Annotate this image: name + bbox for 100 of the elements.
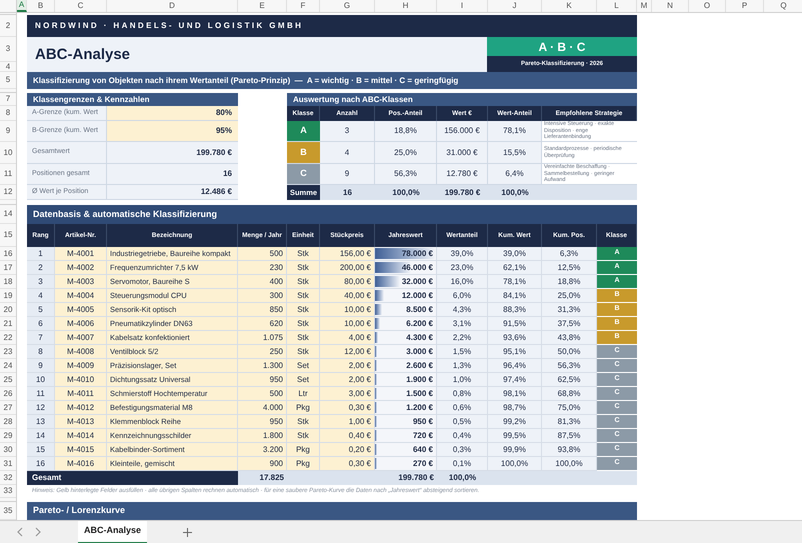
row-header[interactable]: 21 bbox=[0, 317, 16, 331]
table-cell[interactable]: M-4008 bbox=[55, 345, 107, 359]
column-header[interactable]: Q bbox=[764, 0, 802, 12]
column-header[interactable]: J bbox=[488, 0, 542, 12]
column-header[interactable]: M bbox=[637, 0, 652, 12]
table-cell[interactable]: 900 bbox=[238, 457, 287, 471]
table-cell[interactable]: Pkg bbox=[287, 457, 320, 471]
row-header[interactable]: 8 bbox=[0, 106, 16, 121]
column-header[interactable]: H bbox=[375, 0, 437, 12]
table-cell[interactable]: M-4002 bbox=[55, 261, 107, 275]
table-cell[interactable]: M-4005 bbox=[55, 303, 107, 317]
table-cell[interactable]: M-4016 bbox=[55, 457, 107, 471]
add-sheet-icon[interactable] bbox=[183, 528, 192, 536]
row-header[interactable]: 11 bbox=[0, 164, 16, 185]
table-cell[interactable]: 1.300 bbox=[238, 359, 287, 373]
table-cell[interactable]: M-4004 bbox=[55, 289, 107, 303]
table-cell[interactable]: M-4015 bbox=[55, 443, 107, 457]
table-cell[interactable]: M-4003 bbox=[55, 275, 107, 289]
table-cell[interactable]: 230 bbox=[238, 261, 287, 275]
sheet-tab[interactable]: ABC-Analyse bbox=[78, 520, 148, 543]
table-cell[interactable]: 500 bbox=[238, 247, 287, 261]
table-cell[interactable]: Stk bbox=[287, 275, 320, 289]
row-header[interactable]: 26 bbox=[0, 387, 16, 401]
table-cell[interactable]: 950 bbox=[238, 373, 287, 387]
table-cell[interactable]: M-4001 bbox=[55, 247, 107, 261]
row-header[interactable]: 29 bbox=[0, 429, 16, 443]
table-cell[interactable]: M-4014 bbox=[55, 429, 107, 443]
table-cell[interactable]: 250 bbox=[238, 345, 287, 359]
row-header[interactable]: 31 bbox=[0, 457, 16, 471]
column-header[interactable]: L bbox=[597, 0, 637, 12]
column-header[interactable]: D bbox=[107, 0, 238, 12]
table-cell[interactable]: 1,00 € bbox=[320, 415, 375, 429]
column-header[interactable]: C bbox=[55, 0, 107, 12]
table-cell[interactable]: 850 bbox=[238, 303, 287, 317]
table-cell[interactable]: 80,00 € bbox=[320, 275, 375, 289]
table-cell[interactable]: 0,40 € bbox=[320, 429, 375, 443]
input-cell[interactable]: 95% bbox=[107, 121, 238, 142]
table-cell[interactable]: 0,30 € bbox=[320, 401, 375, 415]
row-header[interactable]: 25 bbox=[0, 373, 16, 387]
input-cell[interactable]: 80% bbox=[107, 106, 238, 121]
column-header[interactable]: P bbox=[726, 0, 764, 12]
table-cell[interactable]: 0,30 € bbox=[320, 457, 375, 471]
table-cell[interactable]: 400 bbox=[238, 275, 287, 289]
row-header[interactable]: 19 bbox=[0, 289, 16, 303]
table-cell[interactable]: Stk bbox=[287, 261, 320, 275]
row-header[interactable]: 10 bbox=[0, 142, 16, 164]
table-cell[interactable]: Ltr bbox=[287, 387, 320, 401]
row-header[interactable]: 28 bbox=[0, 415, 16, 429]
table-cell[interactable]: 0,20 € bbox=[320, 443, 375, 457]
table-cell[interactable]: Stk bbox=[287, 345, 320, 359]
row-header[interactable]: 32 bbox=[0, 471, 16, 485]
table-cell[interactable]: Pkg bbox=[287, 401, 320, 415]
row-header[interactable]: 3 bbox=[0, 37, 16, 62]
column-header[interactable]: O bbox=[689, 0, 726, 12]
row-header[interactable]: 20 bbox=[0, 303, 16, 317]
table-cell[interactable]: M-4013 bbox=[55, 415, 107, 429]
table-cell[interactable]: M-4009 bbox=[55, 359, 107, 373]
table-cell[interactable]: 3,00 € bbox=[320, 387, 375, 401]
table-cell[interactable]: Set bbox=[287, 373, 320, 387]
row-header[interactable]: 4 bbox=[0, 62, 16, 72]
table-cell[interactable]: 500 bbox=[238, 387, 287, 401]
row-header[interactable]: 9 bbox=[0, 121, 16, 142]
table-cell[interactable]: Stk bbox=[287, 247, 320, 261]
row-header[interactable]: 15 bbox=[0, 224, 16, 247]
table-cell[interactable]: 12,00 € bbox=[320, 345, 375, 359]
table-cell[interactable]: 300 bbox=[238, 289, 287, 303]
table-cell[interactable]: 620 bbox=[238, 317, 287, 331]
previous-sheet-icon[interactable] bbox=[16, 527, 24, 537]
next-sheet-icon[interactable] bbox=[34, 527, 42, 537]
table-cell[interactable]: 950 bbox=[238, 415, 287, 429]
table-cell[interactable]: M-4011 bbox=[55, 387, 107, 401]
table-cell[interactable]: M-4010 bbox=[55, 373, 107, 387]
table-cell[interactable]: 1.800 bbox=[238, 429, 287, 443]
column-header[interactable]: F bbox=[287, 0, 320, 12]
column-header[interactable]: B bbox=[27, 0, 55, 12]
column-header[interactable]: A bbox=[17, 0, 27, 12]
row-header[interactable]: 23 bbox=[0, 345, 16, 359]
table-cell[interactable]: Stk bbox=[287, 331, 320, 345]
column-header[interactable]: I bbox=[437, 0, 488, 12]
row-header[interactable]: 24 bbox=[0, 359, 16, 373]
table-cell[interactable]: 200,00 € bbox=[320, 261, 375, 275]
table-cell[interactable]: M-4007 bbox=[55, 331, 107, 345]
table-cell[interactable]: 4.000 bbox=[238, 401, 287, 415]
column-header[interactable]: E bbox=[238, 0, 287, 12]
table-cell[interactable]: 1.075 bbox=[238, 331, 287, 345]
row-header[interactable]: 5 bbox=[0, 72, 16, 89]
column-header[interactable]: G bbox=[320, 0, 375, 12]
table-cell[interactable]: M-4006 bbox=[55, 317, 107, 331]
table-cell[interactable]: Set bbox=[287, 359, 320, 373]
row-header[interactable]: 14 bbox=[0, 205, 16, 224]
table-cell[interactable]: Stk bbox=[287, 289, 320, 303]
row-header[interactable]: 16 bbox=[0, 247, 16, 261]
table-cell[interactable]: 156,00 € bbox=[320, 247, 375, 261]
table-cell[interactable]: Stk bbox=[287, 317, 320, 331]
table-cell[interactable]: 2,00 € bbox=[320, 373, 375, 387]
row-header[interactable]: 22 bbox=[0, 331, 16, 345]
table-cell[interactable]: Stk bbox=[287, 415, 320, 429]
column-header[interactable]: K bbox=[542, 0, 597, 12]
row-header[interactable]: 17 bbox=[0, 261, 16, 275]
row-header[interactable]: 27 bbox=[0, 401, 16, 415]
